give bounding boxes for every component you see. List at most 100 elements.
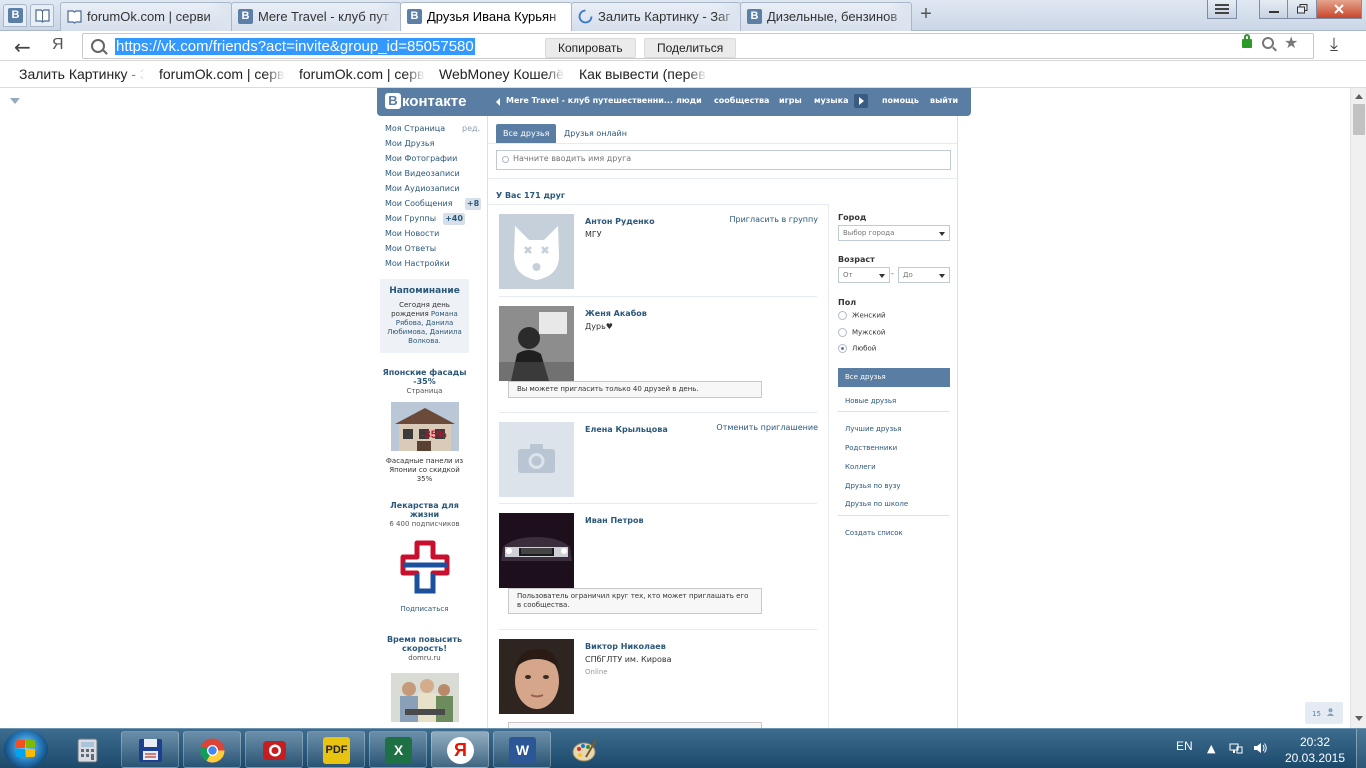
scroll-up-icon[interactable]: [1355, 94, 1363, 99]
tab-friends-active[interactable]: B Друзья Ивана Курьян: [400, 2, 572, 32]
menu-my-page[interactable]: Моя Страница: [385, 124, 445, 133]
bookmark-item[interactable]: Как вывести (перев: [579, 66, 707, 82]
menu-my-news[interactable]: Мои Новости: [385, 229, 439, 238]
back-arrow-icon[interactable]: ←: [14, 35, 31, 59]
city-select[interactable]: Выбор города: [838, 225, 950, 241]
show-desktop-button[interactable]: [1356, 729, 1366, 768]
collapse-arrow-icon[interactable]: [10, 98, 20, 104]
url-text[interactable]: https://vk.com/friends?act=invite&group_…: [115, 38, 475, 55]
taskbar-yandex-browser[interactable]: Я: [431, 731, 489, 768]
tab-forumok[interactable]: forumOk.com | серви: [60, 2, 232, 31]
nav-next-icon[interactable]: [854, 94, 868, 108]
menu-my-photos[interactable]: Мои Фотографии: [385, 154, 457, 163]
menu-my-friends[interactable]: Мои Друзья: [385, 139, 434, 148]
tab-diesel[interactable]: B Дизельные, бензинов: [740, 2, 912, 31]
copy-button[interactable]: Копировать: [545, 38, 636, 58]
taskbar-excel[interactable]: X: [369, 731, 427, 768]
groups-badge[interactable]: +40: [443, 213, 465, 225]
nav-communities[interactable]: сообщества: [714, 96, 769, 105]
taskbar-chrome[interactable]: [183, 731, 241, 768]
nav-music[interactable]: музыка: [814, 96, 848, 105]
ad-domru[interactable]: Время повысить скорость! domru.ru: [381, 635, 468, 728]
menu-my-groups[interactable]: Мои Группы: [385, 214, 436, 223]
friend-name[interactable]: Антон Руденко: [585, 217, 655, 226]
radio-button[interactable]: [838, 328, 847, 337]
star-icon[interactable]: ★: [1284, 33, 1298, 52]
taskbar-paint[interactable]: [555, 731, 613, 768]
nav-help[interactable]: помощь: [882, 96, 919, 105]
nav-group-link[interactable]: Mere Travel - клуб путешественни...: [506, 96, 673, 105]
radio-button-selected[interactable]: [838, 344, 847, 353]
radio-button[interactable]: [838, 311, 847, 320]
pinned-tab-book[interactable]: [30, 4, 54, 27]
invite-to-group-link[interactable]: Пригласить в группу: [730, 215, 819, 224]
zoom-icon[interactable]: [1262, 37, 1274, 49]
ad-title[interactable]: Японские фасады -35%: [381, 368, 468, 386]
nav-people[interactable]: люди: [676, 96, 702, 105]
share-button[interactable]: Поделиться: [644, 38, 737, 58]
create-list-link[interactable]: Создать список: [845, 529, 903, 537]
menu-button[interactable]: [1207, 0, 1237, 19]
friend-name[interactable]: Женя Акабов: [585, 309, 647, 318]
taskbar-word[interactable]: W: [493, 731, 551, 768]
cancel-invite-link[interactable]: Отменить приглашение: [716, 423, 818, 432]
age-to-select[interactable]: До: [898, 267, 950, 283]
pinned-tab-vk[interactable]: B: [3, 4, 27, 27]
scrollbar-thumb[interactable]: [1353, 104, 1365, 135]
scroll-down-icon[interactable]: [1355, 716, 1363, 721]
friend-photo[interactable]: [499, 422, 574, 497]
taskbar-calculator[interactable]: [58, 731, 116, 768]
friend-search-input[interactable]: [513, 154, 933, 163]
ad-title[interactable]: Лекарства для жизни: [381, 501, 468, 519]
download-icon[interactable]: ⤓: [1330, 34, 1338, 55]
taskbar-pdf[interactable]: PDF: [307, 731, 365, 768]
friend-photo[interactable]: [499, 214, 574, 289]
bookmark-item[interactable]: WebMoney Кошелё: [439, 66, 565, 82]
caret-left-icon[interactable]: [496, 98, 500, 106]
ad-people-image[interactable]: [390, 673, 459, 722]
nav-games[interactable]: игры: [779, 96, 802, 105]
start-button[interactable]: [4, 730, 48, 768]
list-colleagues[interactable]: Коллеги: [845, 463, 876, 471]
url-field[interactable]: https://vk.com/friends?act=invite&group_…: [82, 33, 1314, 59]
gender-female-radio[interactable]: Женский: [838, 311, 886, 320]
friend-name[interactable]: Елена Крыльцова: [585, 425, 668, 434]
volume-icon[interactable]: [1253, 741, 1267, 755]
restore-button[interactable]: [1287, 0, 1317, 19]
subscribe-link[interactable]: Подписаться: [381, 605, 468, 613]
close-window-button[interactable]: [1316, 0, 1362, 19]
list-relatives[interactable]: Родственники: [845, 444, 897, 452]
yandex-logo[interactable]: Я: [52, 36, 64, 54]
menu-my-answers[interactable]: Мои Ответы: [385, 244, 436, 253]
tray-expand-icon[interactable]: ▲: [1207, 742, 1215, 755]
messages-badge[interactable]: +8: [465, 198, 481, 210]
friend-photo[interactable]: [499, 513, 574, 588]
friend-name[interactable]: Виктор Николаев: [585, 642, 666, 651]
gender-any-radio[interactable]: Любой: [838, 344, 876, 353]
list-new-friends[interactable]: Новые друзья: [845, 397, 896, 405]
friend-name[interactable]: Иван Петров: [585, 516, 644, 525]
friend-photo[interactable]: [499, 306, 574, 381]
menu-my-videos[interactable]: Мои Видеозаписи: [385, 169, 460, 178]
ad-house-image[interactable]: -35%: [390, 402, 459, 451]
vk-logo[interactable]: Вконтакте: [385, 93, 466, 111]
bookmark-item[interactable]: forumOk.com | серв: [299, 66, 425, 82]
menu-my-messages[interactable]: Мои Сообщения: [385, 199, 453, 208]
friend-search-field[interactable]: [496, 150, 951, 170]
input-language[interactable]: EN: [1176, 739, 1193, 753]
menu-my-settings[interactable]: Мои Настройки: [385, 259, 450, 268]
ad-cross-logo[interactable]: [397, 539, 453, 597]
system-clock[interactable]: 20:32 20.03.2015: [1280, 734, 1350, 766]
page-scrollbar[interactable]: [1350, 88, 1366, 728]
taskbar-save-app[interactable]: [121, 731, 179, 768]
bookmark-item[interactable]: forumOk.com | серв: [159, 66, 285, 82]
taskbar-camera-app[interactable]: [245, 731, 303, 768]
friend-photo[interactable]: [499, 639, 574, 714]
list-best-friends[interactable]: Лучшие друзья: [845, 425, 902, 433]
edit-link[interactable]: ред.: [462, 124, 480, 133]
age-from-select[interactable]: От: [838, 267, 890, 283]
new-tab-button[interactable]: +: [916, 4, 936, 25]
tab-upload-image[interactable]: Залить Картинку - Заг: [571, 2, 741, 31]
nav-logout[interactable]: выйти: [930, 96, 958, 105]
gender-male-radio[interactable]: Мужской: [838, 328, 885, 337]
